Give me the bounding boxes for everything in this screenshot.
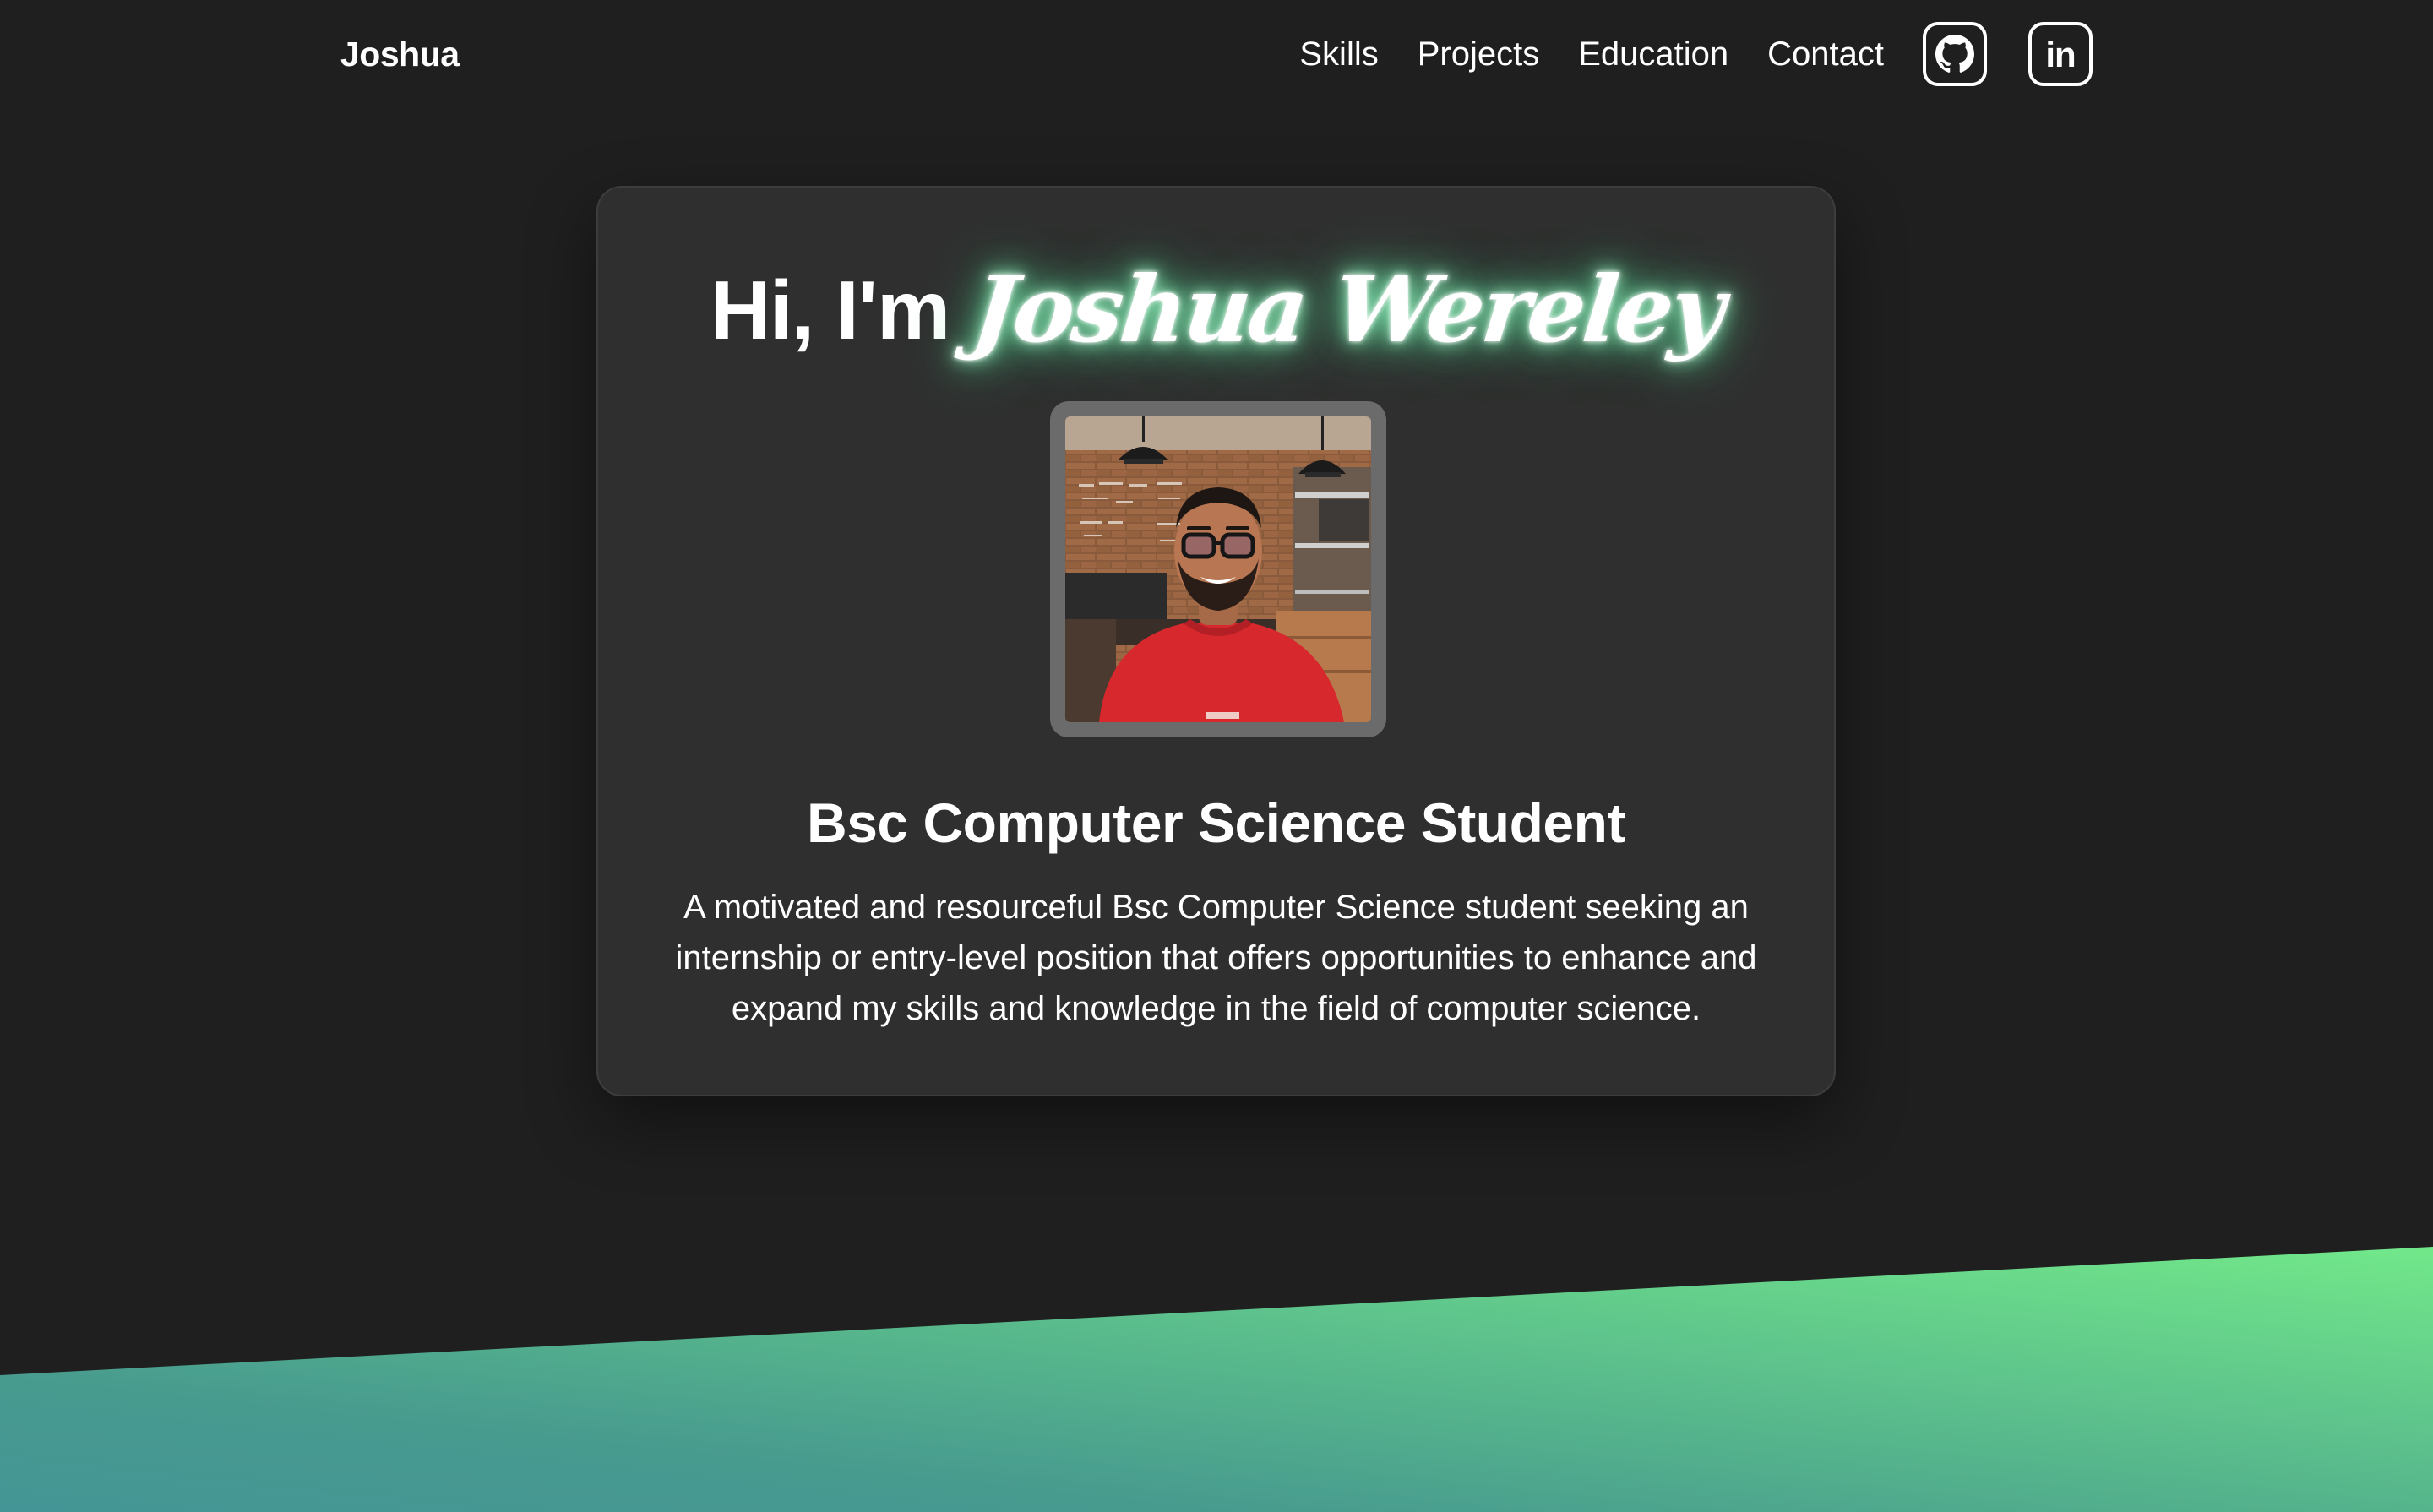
github-icon [1935, 35, 1974, 73]
profile-photo-illustration [1065, 416, 1371, 722]
hero-subtitle: Bsc Computer Science Student [807, 791, 1625, 854]
profile-photo [1065, 416, 1371, 722]
nav-link-skills[interactable]: Skills [1299, 32, 1378, 76]
profile-photo-frame [1050, 401, 1386, 737]
linkedin-button[interactable]: in [2028, 22, 2093, 86]
nav-link-contact[interactable]: Contact [1767, 32, 1884, 76]
linkedin-icon: in [2045, 35, 2076, 74]
greeting-text: Hi, I'm [710, 263, 950, 356]
hero-card: Hi, I'm Joshua Wereley Bsc Computer Scie… [596, 186, 1836, 1096]
brand-logo[interactable]: Joshua [340, 32, 460, 76]
neon-name: Joshua Wereley [967, 257, 1728, 363]
top-navbar: Joshua Skills Projects Education Contact… [0, 0, 2433, 110]
hero-heading: Hi, I'm Joshua Wereley [598, 247, 1834, 373]
nav-links: Skills Projects Education Contact in [1299, 19, 2093, 90]
hero-bio: A motivated and resourceful Bsc Computer… [675, 889, 1757, 1027]
github-button[interactable] [1923, 22, 1987, 86]
nav-link-projects[interactable]: Projects [1418, 32, 1540, 76]
bottom-gradient-wave [0, 1247, 2433, 1512]
nav-link-education[interactable]: Education [1578, 32, 1728, 76]
